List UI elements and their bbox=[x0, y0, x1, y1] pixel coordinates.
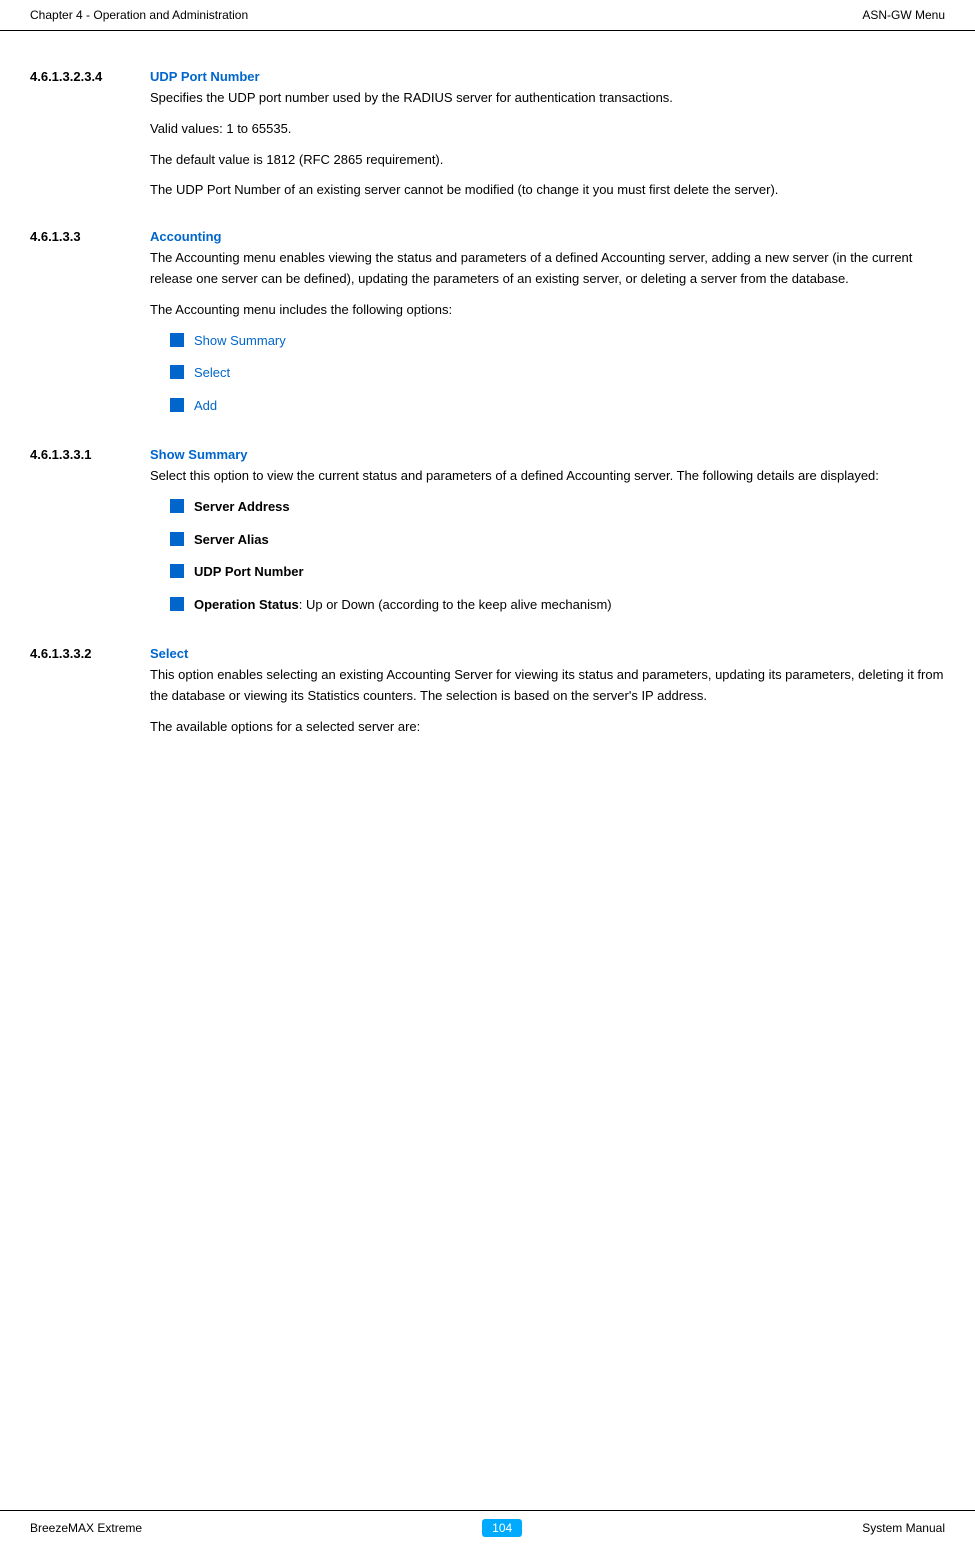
header-right: ASN-GW Menu bbox=[862, 8, 945, 22]
footer-right: System Manual bbox=[862, 1521, 945, 1535]
list-item: Show Summary bbox=[150, 331, 945, 352]
list-item: Select bbox=[150, 363, 945, 384]
bullet-icon bbox=[170, 597, 184, 611]
page-header: Chapter 4 - Operation and Administration… bbox=[0, 0, 975, 31]
footer-left: BreezeMAX Extreme bbox=[30, 1521, 142, 1535]
bullet-icon bbox=[170, 564, 184, 578]
section-4613-body: The Accounting menu enables viewing the … bbox=[30, 248, 945, 429]
bullet-operation-status: Operation Status: Up or Down (according … bbox=[194, 595, 612, 616]
list-item: Operation Status: Up or Down (according … bbox=[150, 595, 945, 616]
bullet-icon bbox=[170, 398, 184, 412]
section-46132-para-0: Specifies the UDP port number used by th… bbox=[150, 88, 945, 109]
bullet-icon bbox=[170, 499, 184, 513]
section-461332-para-0: This option enables selecting an existin… bbox=[150, 665, 945, 707]
section-4613-para-0: The Accounting menu enables viewing the … bbox=[150, 248, 945, 290]
section-461331-para-0: Select this option to view the current s… bbox=[150, 466, 945, 487]
list-item: Add bbox=[150, 396, 945, 417]
bullet-text-select: Select bbox=[194, 363, 230, 384]
section-46132-number: 4.6.1.3.2.3.4 bbox=[30, 69, 150, 84]
section-461332-body: This option enables selecting an existin… bbox=[30, 665, 945, 747]
bullet-icon bbox=[170, 333, 184, 347]
section-461331-title: Show Summary bbox=[150, 447, 248, 462]
list-item: Server Address bbox=[150, 497, 945, 518]
section-46132-title: UDP Port Number bbox=[150, 69, 260, 84]
bullet-server-alias: Server Alias bbox=[194, 530, 269, 551]
section-46132-para-2: The default value is 1812 (RFC 2865 requ… bbox=[150, 150, 945, 171]
list-item: Server Alias bbox=[150, 530, 945, 551]
section-46132-para-1: Valid values: 1 to 65535. bbox=[150, 119, 945, 140]
list-item: UDP Port Number bbox=[150, 562, 945, 583]
bullet-icon bbox=[170, 532, 184, 546]
bullet-icon bbox=[170, 365, 184, 379]
section-4613-title: Accounting bbox=[150, 229, 222, 244]
section-46132-heading: 4.6.1.3.2.3.4 UDP Port Number bbox=[30, 69, 945, 84]
section-4613-para-1: The Accounting menu includes the followi… bbox=[150, 300, 945, 321]
page-content: 4.6.1.3.2.3.4 UDP Port Number Specifies … bbox=[0, 31, 975, 817]
footer-page-number: 104 bbox=[482, 1519, 522, 1537]
bullet-text-add: Add bbox=[194, 396, 217, 417]
section-46132-para-3: The UDP Port Number of an existing serve… bbox=[150, 180, 945, 201]
show-summary-bullet-list: Server Address Server Alias UDP Port Num… bbox=[150, 497, 945, 616]
bullet-text-show-summary: Show Summary bbox=[194, 331, 286, 352]
section-461331-body: Select this option to view the current s… bbox=[30, 466, 945, 628]
page-footer: BreezeMAX Extreme 104 System Manual bbox=[0, 1510, 975, 1545]
section-4613-heading: 4.6.1.3.3 Accounting bbox=[30, 229, 945, 244]
section-461332-title: Select bbox=[150, 646, 188, 661]
section-46132-body: Specifies the UDP port number used by th… bbox=[30, 88, 945, 211]
bullet-server-address: Server Address bbox=[194, 497, 290, 518]
section-461332-para-1: The available options for a selected ser… bbox=[150, 717, 945, 738]
section-461332-heading: 4.6.1.3.3.2 Select bbox=[30, 646, 945, 661]
section-461331-heading: 4.6.1.3.3.1 Show Summary bbox=[30, 447, 945, 462]
section-4613-number: 4.6.1.3.3 bbox=[30, 229, 150, 244]
bullet-udp-port: UDP Port Number bbox=[194, 562, 304, 583]
section-461332-number: 4.6.1.3.3.2 bbox=[30, 646, 150, 661]
section-461331-number: 4.6.1.3.3.1 bbox=[30, 447, 150, 462]
header-left: Chapter 4 - Operation and Administration bbox=[30, 8, 248, 22]
accounting-bullet-list: Show Summary Select Add bbox=[150, 331, 945, 417]
